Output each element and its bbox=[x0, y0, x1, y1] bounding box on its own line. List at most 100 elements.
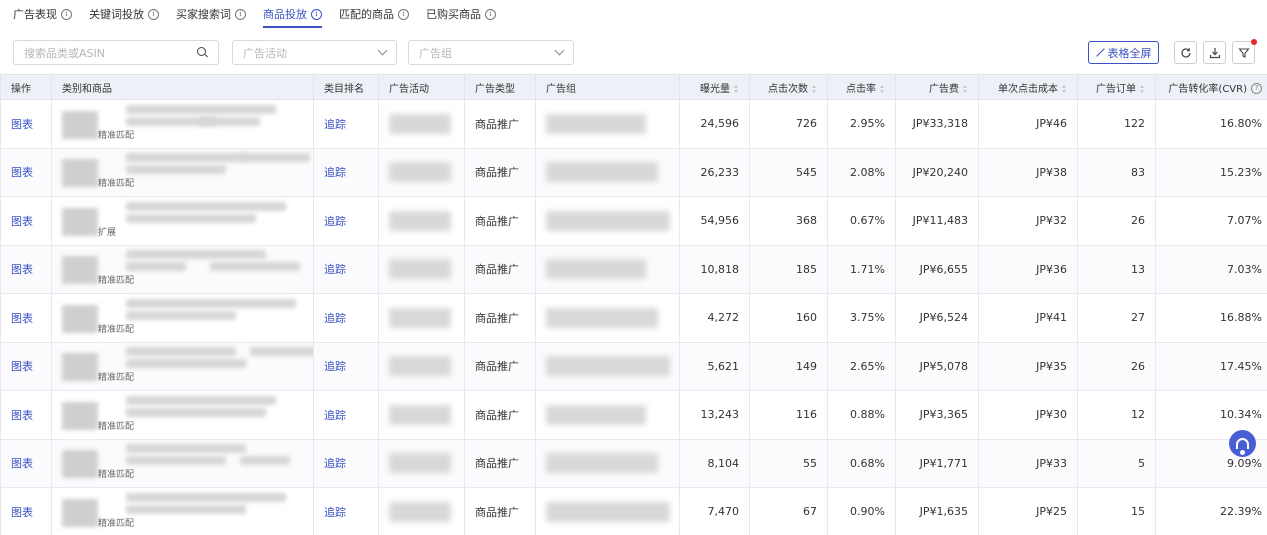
adgroup-cell[interactable] bbox=[535, 487, 680, 535]
track-link[interactable]: 追踪 bbox=[313, 438, 379, 488]
sort-icon[interactable] bbox=[1062, 84, 1067, 93]
col-header-clicks[interactable]: 点击次数 bbox=[749, 74, 828, 100]
blurred-campaign bbox=[389, 501, 451, 522]
track-link[interactable]: 追踪 bbox=[313, 244, 379, 294]
adgroup-select[interactable]: 广告组 bbox=[408, 40, 574, 65]
sort-icon[interactable] bbox=[963, 84, 968, 93]
sort-icon[interactable] bbox=[812, 84, 817, 93]
product-cell[interactable]: 扩展 bbox=[51, 196, 314, 246]
product-cell[interactable]: 精准匹配 bbox=[51, 293, 314, 343]
col-header-cpc[interactable]: 单次点击成本 bbox=[978, 74, 1078, 100]
track-link[interactable]: 追踪 bbox=[313, 196, 379, 246]
cvr-cell: 7.03% bbox=[1155, 244, 1267, 294]
product-cell[interactable]: 精准匹配 bbox=[51, 438, 314, 488]
track-link[interactable]: 追踪 bbox=[313, 487, 379, 535]
match-type: 扩展 bbox=[98, 227, 117, 238]
fullscreen-label: 表格全屏 bbox=[1107, 46, 1152, 60]
search-input[interactable]: 搜索品类或ASIN bbox=[13, 40, 219, 65]
spend-cell: JP¥11,483 bbox=[895, 196, 979, 246]
product-thumbnail bbox=[62, 304, 98, 333]
campaign-cell[interactable] bbox=[378, 196, 465, 246]
tab-keyword-targeting[interactable]: 关键词投放 i bbox=[89, 0, 159, 28]
table-row: 图表 精准匹配 追踪 商品推广 7,470 67 0.90% JP¥1,635 JP¥25 15 2… bbox=[0, 487, 1267, 535]
sort-icon[interactable] bbox=[1140, 84, 1145, 93]
product-thumbnail bbox=[62, 353, 98, 382]
campaign-cell[interactable] bbox=[378, 487, 465, 535]
chart-link[interactable]: 图表 bbox=[0, 196, 52, 246]
campaign-cell[interactable] bbox=[378, 293, 465, 343]
adgroup-cell[interactable] bbox=[535, 341, 680, 391]
ctr-cell: 0.67% bbox=[827, 196, 896, 246]
product-cell[interactable]: 精准匹配 bbox=[51, 487, 314, 535]
chart-link[interactable]: 图表 bbox=[0, 438, 52, 488]
chart-link[interactable]: 图表 bbox=[0, 341, 52, 391]
customer-support-button[interactable] bbox=[1229, 430, 1256, 457]
product-cell[interactable]: 精准匹配 bbox=[51, 390, 314, 440]
product-cell[interactable]: 精准匹配 bbox=[51, 147, 314, 197]
track-link[interactable]: 追踪 bbox=[313, 341, 379, 391]
adgroup-cell[interactable] bbox=[535, 244, 680, 294]
adgroup-cell[interactable] bbox=[535, 147, 680, 197]
tab-purchased-products[interactable]: 已购买商品 i bbox=[426, 0, 496, 28]
adgroup-cell[interactable] bbox=[535, 99, 680, 149]
chart-link[interactable]: 图表 bbox=[0, 244, 52, 294]
campaign-select[interactable]: 广告活动 bbox=[232, 40, 397, 65]
header-label: 广告转化率(CVR) bbox=[1168, 83, 1247, 95]
adgroup-cell[interactable] bbox=[535, 293, 680, 343]
blurred-product-title bbox=[240, 153, 310, 163]
campaign-cell[interactable] bbox=[378, 438, 465, 488]
orders-cell: 12 bbox=[1077, 390, 1156, 440]
sort-icon[interactable] bbox=[734, 84, 739, 93]
info-icon: i bbox=[311, 8, 322, 20]
blurred-adgroup bbox=[546, 113, 646, 134]
col-header-impressions[interactable]: 曝光量 bbox=[679, 74, 750, 100]
campaign-cell[interactable] bbox=[378, 341, 465, 391]
chart-link[interactable]: 图表 bbox=[0, 99, 52, 149]
spend-cell: JP¥33,318 bbox=[895, 99, 979, 149]
col-header-spend[interactable]: 广告费 bbox=[895, 74, 979, 100]
adgroup-cell[interactable] bbox=[535, 438, 680, 488]
tab-search-terms[interactable]: 买家搜索词 i bbox=[176, 0, 246, 28]
download-button[interactable] bbox=[1203, 41, 1226, 64]
track-link[interactable]: 追踪 bbox=[313, 390, 379, 440]
table-row: 图表 精准匹配 追踪 商品推广 26,233 545 2.08% JP¥20,240 JP¥38… bbox=[0, 147, 1267, 197]
col-header-cvr[interactable]: 广告转化率(CVR)? bbox=[1155, 74, 1267, 100]
track-link[interactable]: 追踪 bbox=[313, 147, 379, 197]
match-type: 精准匹配 bbox=[98, 518, 135, 529]
refresh-button[interactable] bbox=[1174, 41, 1197, 64]
chart-link[interactable]: 图表 bbox=[0, 487, 52, 535]
product-thumbnail bbox=[62, 207, 98, 236]
chart-link[interactable]: 图表 bbox=[0, 147, 52, 197]
ad-type-cell: 商品推广 bbox=[464, 196, 536, 246]
campaign-cell[interactable] bbox=[378, 147, 465, 197]
tab-ad-performance[interactable]: 广告表现 i bbox=[13, 0, 72, 28]
adgroup-cell[interactable] bbox=[535, 390, 680, 440]
campaign-cell[interactable] bbox=[378, 390, 465, 440]
search-icon[interactable] bbox=[197, 47, 208, 58]
product-cell[interactable]: 精准匹配 bbox=[51, 99, 314, 149]
impressions-cell: 13,243 bbox=[679, 390, 750, 440]
filter-button[interactable] bbox=[1232, 39, 1257, 64]
col-header-ctr[interactable]: 点击率 bbox=[827, 74, 896, 100]
chart-link[interactable]: 图表 bbox=[0, 293, 52, 343]
orders-cell: 15 bbox=[1077, 487, 1156, 535]
chart-link[interactable]: 图表 bbox=[0, 390, 52, 440]
track-link[interactable]: 追踪 bbox=[313, 99, 379, 149]
blurred-product-title bbox=[126, 165, 226, 175]
adgroup-placeholder: 广告组 bbox=[419, 46, 452, 60]
tab-label: 商品投放 bbox=[263, 8, 307, 21]
tab-matched-products[interactable]: 匹配的商品 i bbox=[339, 0, 409, 28]
clicks-cell: 545 bbox=[749, 147, 828, 197]
col-header-orders[interactable]: 广告订单 bbox=[1077, 74, 1156, 100]
campaign-cell[interactable] bbox=[378, 244, 465, 294]
sort-icon[interactable] bbox=[880, 84, 885, 93]
product-cell[interactable]: 精准匹配 bbox=[51, 341, 314, 391]
fullscreen-button[interactable]: 表格全屏 bbox=[1088, 41, 1159, 64]
adgroup-cell[interactable] bbox=[535, 196, 680, 246]
campaign-cell[interactable] bbox=[378, 99, 465, 149]
track-link[interactable]: 追踪 bbox=[313, 293, 379, 343]
tab-product-targeting[interactable]: 商品投放 i bbox=[263, 0, 322, 28]
product-cell[interactable]: 精准匹配 bbox=[51, 244, 314, 294]
ad-type-cell: 商品推广 bbox=[464, 244, 536, 294]
clicks-cell: 67 bbox=[749, 487, 828, 535]
